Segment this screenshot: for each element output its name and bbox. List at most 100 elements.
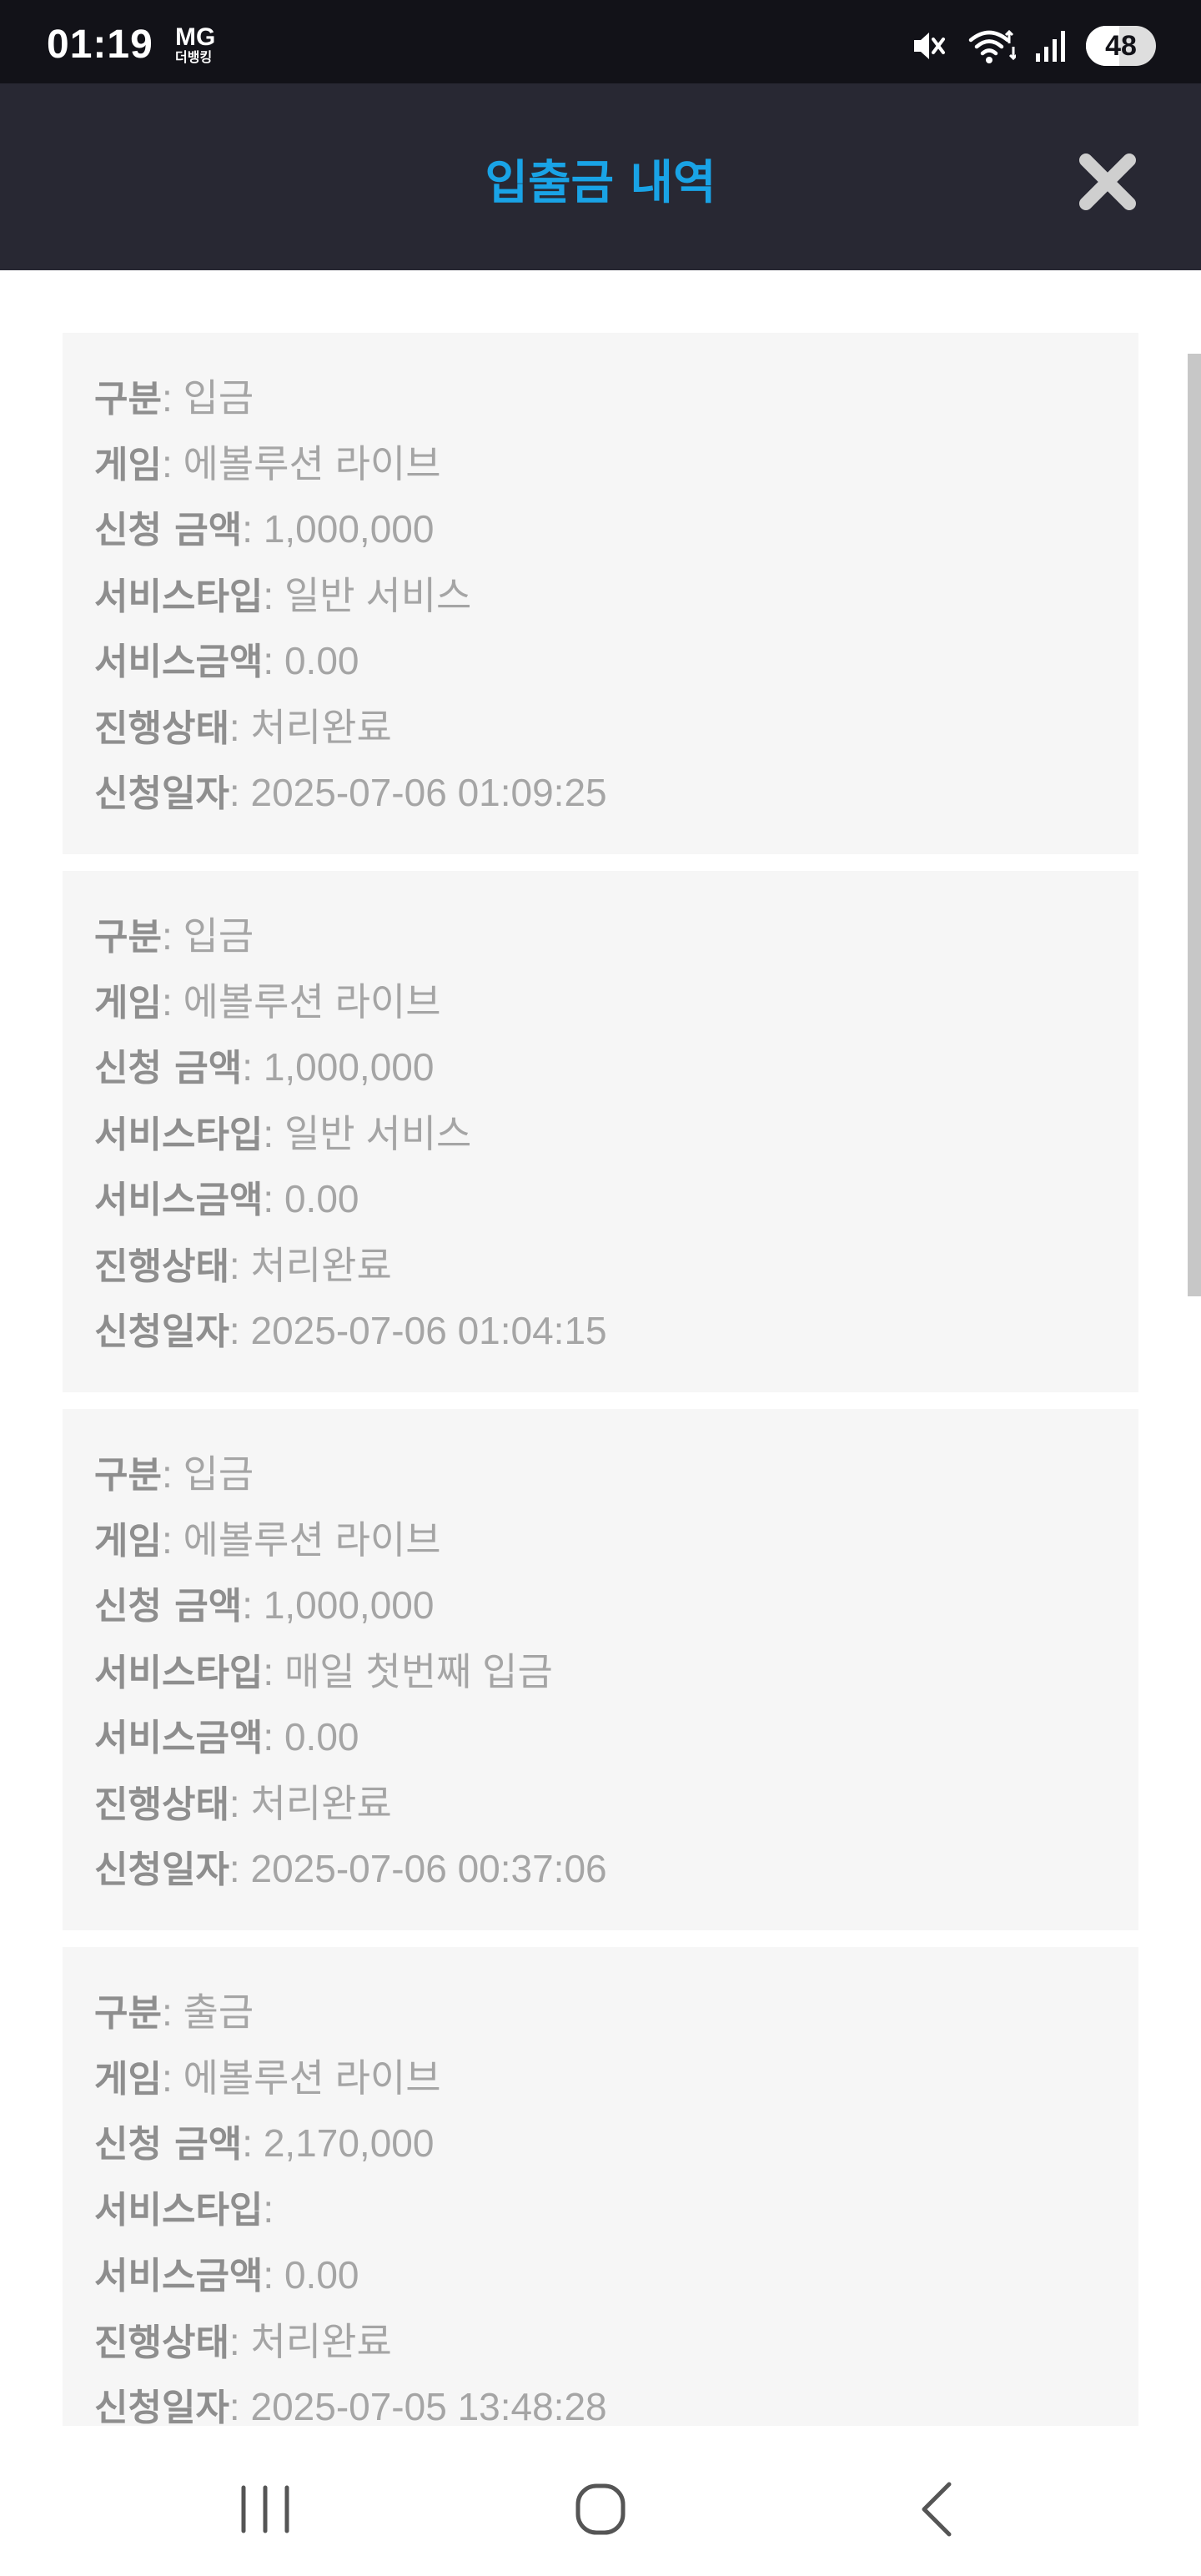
field-separator: :: [161, 376, 183, 420]
field-label: 구분: [94, 378, 162, 420]
field-label: 서비스타입: [94, 1114, 264, 1156]
transaction-card: 구분: 출금 게임: 에볼루션 라이브 신청 금액: 2,170,000 서비스타입:…: [63, 1947, 1138, 2426]
field-value: 처리완료: [250, 706, 392, 749]
field-separator: :: [229, 1244, 251, 1287]
transaction-card: 구분: 입금 게임: 에볼루션 라이브 신청 금액: 1,000,000 서비스타입:…: [63, 1409, 1138, 1930]
home-button[interactable]: [550, 2468, 651, 2551]
field-value: 매일 첫번째 입금: [284, 1650, 553, 1693]
field-label: 진행상태: [94, 2322, 229, 2364]
status-icons: 48: [911, 25, 1156, 67]
field-value: 입금: [183, 376, 254, 420]
signal-icon: [1034, 28, 1068, 63]
field-type: 구분: 입금: [94, 1444, 1138, 1510]
field-label: 게임: [94, 982, 162, 1024]
field-separator: :: [161, 980, 183, 1024]
field-separator: :: [229, 2385, 251, 2426]
battery-level: 48: [1105, 29, 1137, 62]
field-label: 서비스금액: [94, 2255, 264, 2297]
field-separator: :: [161, 442, 183, 486]
wifi-icon: [967, 27, 1016, 65]
field-separator: :: [263, 574, 284, 617]
field-value: 0.00: [284, 1177, 359, 1220]
field-label: 신청일자: [94, 1311, 229, 1353]
field-label: 게임: [94, 1520, 162, 1562]
field-label: 신청일자: [94, 772, 229, 815]
field-value: 1,000,000: [263, 507, 435, 551]
field-separator: :: [263, 1177, 284, 1220]
field-label: 구분: [94, 916, 162, 958]
field-separator: :: [161, 914, 183, 958]
mute-icon: [911, 28, 949, 64]
field-separator: :: [263, 639, 284, 682]
field-type: 구분: 입금: [94, 368, 1138, 434]
field-service-type: 서비스타입: 일반 서비스: [94, 566, 1138, 631]
field-separator: :: [242, 2121, 264, 2165]
field-status: 진행상태: 처리완료: [94, 1774, 1138, 1839]
field-game: 게임: 에볼루션 라이브: [94, 434, 1138, 500]
close-icon: [1079, 153, 1136, 210]
field-service-amount: 서비스금액: 0.00: [94, 1708, 1138, 1774]
field-separator: :: [229, 1782, 251, 1825]
field-value: 에볼루션 라이브: [183, 2056, 441, 2100]
close-button[interactable]: [1076, 150, 1139, 214]
field-separator: :: [263, 1715, 284, 1758]
field-type: 구분: 출금: [94, 1982, 1138, 2048]
navigation-bar: [0, 2426, 1201, 2576]
field-game: 게임: 에볼루션 라이브: [94, 2048, 1138, 2114]
field-date: 신청일자: 2025-07-06 01:09:25: [94, 763, 1138, 829]
field-service-type: 서비스타입: 일반 서비스: [94, 1104, 1138, 1170]
field-separator: :: [229, 1309, 251, 1352]
field-value: 2025-07-06 01:04:15: [250, 1309, 607, 1352]
field-date: 신청일자: 2025-07-06 00:37:06: [94, 1839, 1138, 1905]
status-carrier: MG 더뱅킹: [175, 25, 215, 65]
status-bar: 01:19 MG 더뱅킹 48: [0, 0, 1201, 83]
page-title: 입출금 내역: [485, 156, 716, 210]
field-separator: :: [242, 507, 264, 551]
field-type: 구분: 입금: [94, 906, 1138, 972]
carrier-sub: 더뱅킹: [175, 51, 213, 65]
field-value: 처리완료: [250, 1244, 392, 1287]
field-separator: :: [229, 771, 251, 814]
field-value: 1,000,000: [263, 1045, 435, 1089]
field-value: 0.00: [284, 2253, 359, 2297]
field-date: 신청일자: 2025-07-06 01:04:15: [94, 1301, 1138, 1367]
field-value: 처리완료: [250, 1782, 392, 1825]
field-service-amount: 서비스금액: 0.00: [94, 2246, 1138, 2312]
status-time: 01:19: [47, 23, 153, 67]
field-label: 게임: [94, 444, 162, 486]
field-label: 신청 금액: [94, 1047, 243, 1089]
field-value: 입금: [183, 914, 254, 958]
transaction-list[interactable]: 구분: 입금 게임: 에볼루션 라이브 신청 금액: 1,000,000 서비스타입:…: [0, 270, 1201, 2426]
field-service-amount: 서비스금액: 0.00: [94, 631, 1138, 697]
field-separator: :: [161, 1990, 183, 2034]
field-value: 입금: [183, 1452, 254, 1496]
field-separator: :: [263, 1650, 284, 1693]
field-value: 2025-07-06 00:37:06: [250, 1847, 607, 1890]
back-icon: [922, 2482, 952, 2537]
field-separator: :: [161, 2056, 183, 2100]
field-status: 진행상태: 처리완료: [94, 697, 1138, 763]
recents-button[interactable]: [215, 2468, 315, 2551]
field-label: 진행상태: [94, 1245, 229, 1288]
field-status: 진행상태: 처리완료: [94, 2312, 1138, 2377]
field-separator: :: [161, 1452, 183, 1496]
field-value: 0.00: [284, 639, 359, 682]
field-value: 2025-07-05 13:48:28: [250, 2385, 607, 2426]
carrier-name: MG: [175, 23, 216, 51]
field-amount: 신청 금액: 1,000,000: [94, 500, 1138, 566]
field-value: 일반 서비스: [284, 1112, 472, 1155]
transaction-card: 구분: 입금 게임: 에볼루션 라이브 신청 금액: 1,000,000 서비스타입:…: [63, 333, 1138, 854]
field-value: 1,000,000: [263, 1583, 435, 1627]
app-header: 입출금 내역: [0, 83, 1201, 270]
battery-icon: 48: [1086, 26, 1156, 66]
field-separator: :: [229, 706, 251, 749]
field-label: 신청 금액: [94, 2123, 243, 2166]
field-separator: :: [242, 1045, 264, 1089]
field-separator: :: [229, 1847, 251, 1890]
scrollbar-thumb[interactable]: [1188, 354, 1201, 1296]
field-label: 구분: [94, 1992, 162, 2035]
field-amount: 신청 금액: 1,000,000: [94, 1576, 1138, 1642]
field-value: 에볼루션 라이브: [183, 980, 441, 1024]
field-label: 진행상태: [94, 707, 229, 750]
back-button[interactable]: [886, 2468, 986, 2551]
